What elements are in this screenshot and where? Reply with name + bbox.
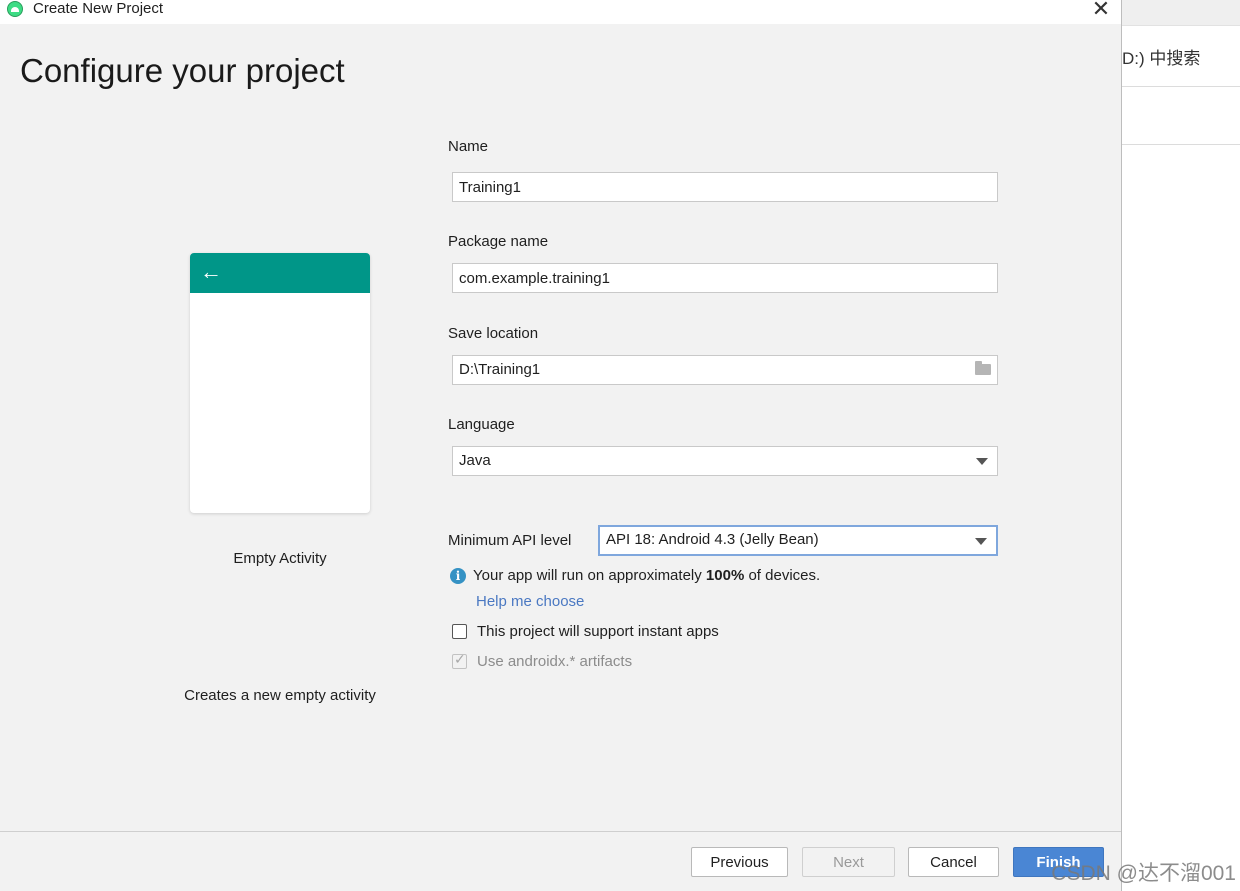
next-button[interactable]: Next [802, 847, 895, 877]
background-divider [1122, 144, 1240, 145]
name-field[interactable] [452, 172, 998, 202]
device-coverage-text: Your app will run on approximately 100% … [473, 567, 820, 584]
save-location-label: Save location [448, 325, 539, 342]
instant-apps-checkbox[interactable] [452, 624, 467, 639]
window-title: Create New Project [33, 0, 164, 17]
previous-button[interactable]: Previous [691, 847, 788, 877]
background-tab-strip [1122, 0, 1240, 26]
back-arrow-icon: ← [200, 259, 222, 284]
template-description: Creates a new empty activity [184, 687, 376, 704]
cancel-button[interactable]: Cancel [908, 847, 999, 877]
package-name-field[interactable] [452, 263, 998, 293]
coverage-prefix: Your app will run on approximately [473, 567, 706, 584]
help-me-choose-link[interactable]: Help me choose [476, 593, 584, 610]
name-label: Name [448, 138, 489, 155]
language-value: Java [459, 452, 491, 469]
title-bar: Create New Project ✕ [0, 0, 1121, 24]
package-name-label: Package name [448, 233, 549, 250]
min-api-select[interactable]: API 18: Android 4.3 (Jelly Bean) [598, 525, 998, 556]
create-project-dialog: Create New Project ✕ Configure your proj… [0, 0, 1122, 891]
save-location-field[interactable]: D:\Training1 [452, 355, 998, 385]
androidx-label: Use androidx.* artifacts [477, 653, 633, 670]
androidx-checkbox [452, 652, 467, 669]
instant-apps-label[interactable]: This project will support instant apps [477, 623, 719, 640]
page-title: Configure your project [20, 52, 345, 89]
background-explorer-window: D:) 中搜索 [1122, 0, 1240, 891]
language-label: Language [448, 416, 515, 433]
min-api-label: Minimum API level [448, 532, 572, 549]
dropdown-arrow-icon [975, 538, 987, 545]
background-divider [1122, 86, 1240, 87]
coverage-suffix: of devices. [744, 567, 821, 584]
background-search-box[interactable]: D:) 中搜索 [1122, 44, 1200, 69]
save-location-value: D:\Training1 [459, 361, 541, 378]
info-icon: i [450, 568, 466, 584]
language-select[interactable]: Java [452, 446, 998, 476]
min-api-value: API 18: Android 4.3 (Jelly Bean) [606, 531, 819, 548]
template-name: Empty Activity [233, 550, 327, 567]
watermark: CSDN @达不溜001 [1051, 862, 1236, 885]
footer-divider [0, 831, 1121, 832]
android-studio-icon [7, 1, 23, 17]
folder-icon[interactable] [975, 361, 991, 375]
close-button[interactable]: ✕ [1086, 0, 1116, 22]
dropdown-arrow-icon [976, 458, 988, 465]
preview-toolbar: ← [190, 253, 370, 293]
activity-preview: ← [190, 253, 370, 513]
coverage-percent: 100% [705, 567, 745, 584]
